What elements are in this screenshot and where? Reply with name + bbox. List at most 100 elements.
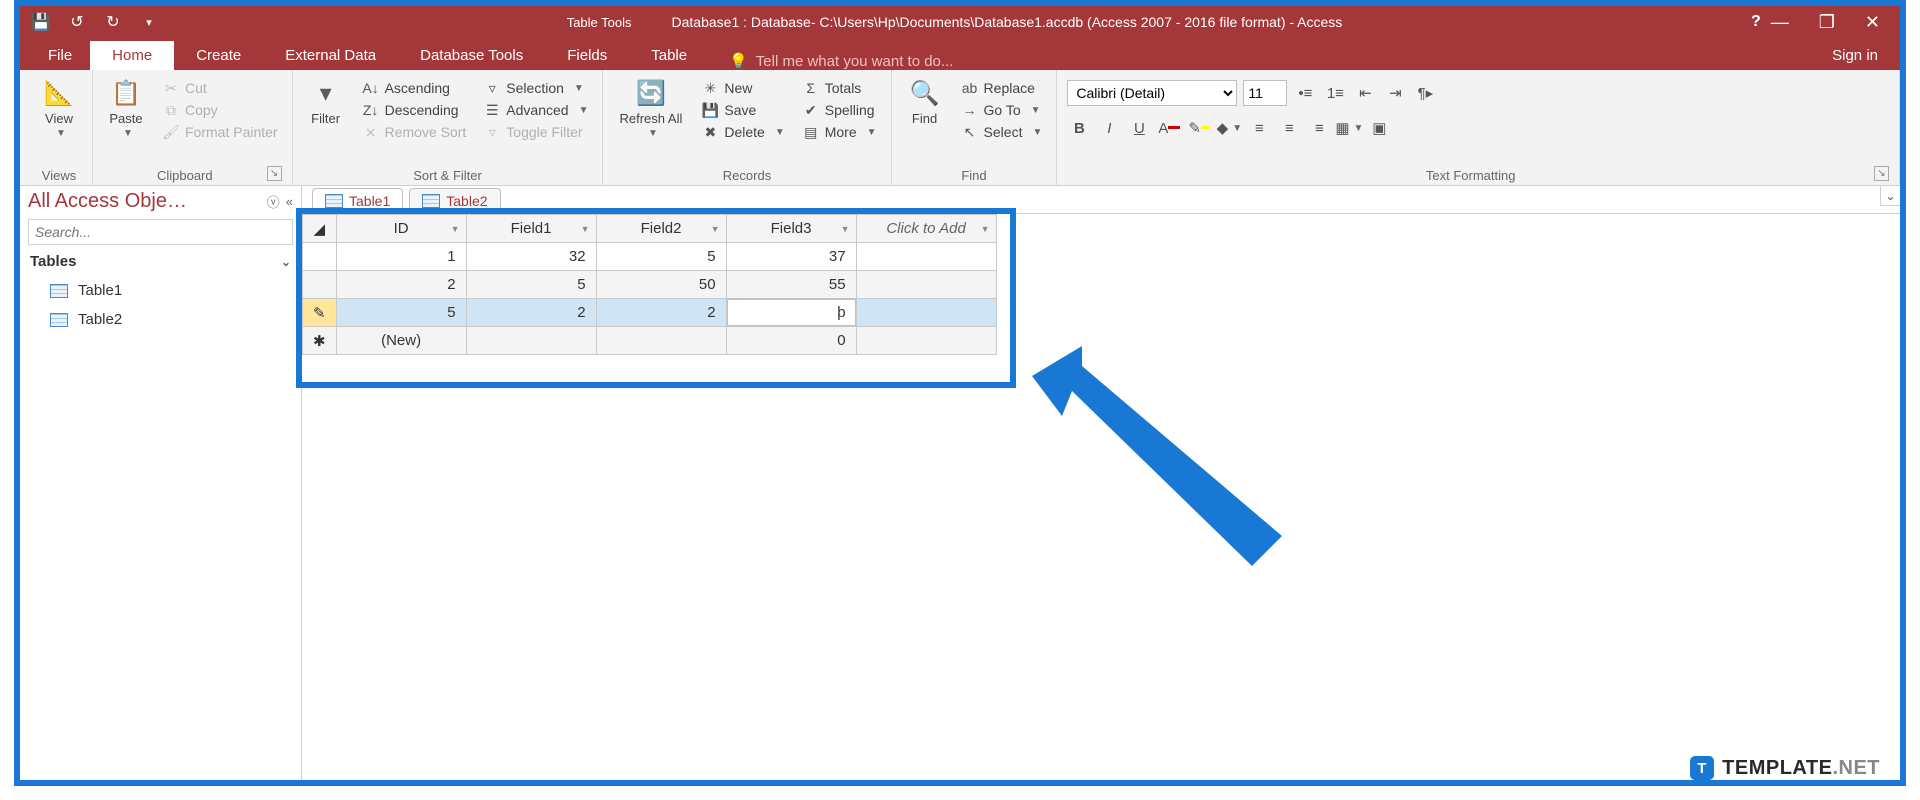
font-family-select[interactable]: Calibri (Detail) xyxy=(1067,80,1237,106)
select-button[interactable]: ↖Select▼ xyxy=(958,122,1047,142)
cell-add[interactable] xyxy=(856,327,996,355)
italic-button[interactable]: I xyxy=(1097,116,1121,140)
filter-button[interactable]: ▾ Filter xyxy=(303,74,349,128)
table-row[interactable]: 1 32 5 37 xyxy=(303,243,997,271)
sort-ascending-button[interactable]: A↓Ascending xyxy=(359,78,471,98)
nav-search-input[interactable] xyxy=(28,219,293,245)
clipboard-launcher[interactable]: ↘ xyxy=(267,166,282,181)
column-header-field1[interactable]: Field1 xyxy=(466,215,596,243)
help-icon[interactable]: ? xyxy=(1751,13,1761,31)
decrease-indent-button[interactable]: ⇤ xyxy=(1353,81,1377,105)
cell-field3[interactable]: 0 xyxy=(726,327,856,355)
document-tab-table2[interactable]: Table2 xyxy=(409,188,500,213)
tab-database-tools[interactable]: Database Tools xyxy=(398,41,545,70)
cell-field1[interactable]: 32 xyxy=(466,243,596,271)
align-right-button[interactable]: ≡ xyxy=(1307,116,1331,140)
selection-button[interactable]: ▿Selection▼ xyxy=(480,78,592,98)
spelling-button[interactable]: ✔Spelling xyxy=(799,100,881,120)
tab-create[interactable]: Create xyxy=(174,41,263,70)
tab-table[interactable]: Table xyxy=(629,41,709,70)
underline-button[interactable]: U xyxy=(1127,116,1151,140)
text-direction-button[interactable]: ¶▸ xyxy=(1413,81,1437,105)
tell-me-search[interactable]: 💡 Tell me what you want to do... xyxy=(709,52,1810,70)
column-header-id[interactable]: ID xyxy=(336,215,466,243)
save-record-button[interactable]: 💾Save xyxy=(698,100,788,120)
format-painter-button[interactable]: 🖌Format Painter xyxy=(159,122,282,142)
cell-field2[interactable]: 5 xyxy=(596,243,726,271)
tab-home[interactable]: Home xyxy=(90,41,174,70)
nav-item-table2[interactable]: Table2 xyxy=(20,305,301,334)
cell-id[interactable]: 2 xyxy=(336,271,466,299)
refresh-all-button[interactable]: 🔄 Refresh All ▼ xyxy=(613,74,688,141)
totals-button[interactable]: ΣTotals xyxy=(799,78,881,98)
table-row-new[interactable]: ✱ (New) 0 xyxy=(303,327,997,355)
cell-add[interactable] xyxy=(856,271,996,299)
close-button[interactable]: ✕ xyxy=(1865,12,1880,33)
nav-item-table1[interactable]: Table1 xyxy=(20,276,301,305)
cell-field1[interactable]: 5 xyxy=(466,271,596,299)
align-left-button[interactable]: ≡ xyxy=(1247,116,1271,140)
cell-field3[interactable]: 37 xyxy=(726,243,856,271)
column-header-add[interactable]: Click to Add xyxy=(856,215,996,243)
datasheet-grid[interactable]: ◢ ID Field1 Field2 Field3 Click to Add 1… xyxy=(302,214,997,355)
delete-record-button[interactable]: ✖Delete▼ xyxy=(698,122,788,142)
nav-dropdown-icon[interactable]: ⓥ xyxy=(267,192,280,211)
more-records-button[interactable]: ▤More▼ xyxy=(799,122,881,142)
sort-descending-button[interactable]: Z↓Descending xyxy=(359,100,471,120)
row-selector-new[interactable]: ✱ xyxy=(303,327,337,355)
increase-indent-button[interactable]: ⇥ xyxy=(1383,81,1407,105)
document-tab-table1[interactable]: Table1 xyxy=(312,188,403,213)
undo-icon[interactable]: ↺ xyxy=(68,13,86,31)
goto-button[interactable]: →Go To▼ xyxy=(958,100,1047,120)
cell-id[interactable]: 1 xyxy=(336,243,466,271)
cell-add[interactable] xyxy=(856,243,996,271)
fill-color-button[interactable]: ◆▼ xyxy=(1217,116,1241,140)
new-record-button[interactable]: ✳New xyxy=(698,78,788,98)
cell-add[interactable] xyxy=(856,299,996,327)
bullets-button[interactable]: •≡ xyxy=(1293,81,1317,105)
highlight-button[interactable]: ✎ xyxy=(1187,116,1211,140)
table-row-editing[interactable]: ✎ 5 2 2 þ xyxy=(303,299,997,327)
bold-button[interactable]: B xyxy=(1067,116,1091,140)
qat-customize-icon[interactable]: ▾ xyxy=(140,13,158,31)
column-header-field3[interactable]: Field3 xyxy=(726,215,856,243)
tab-external-data[interactable]: External Data xyxy=(263,41,398,70)
cell-field3[interactable]: 55 xyxy=(726,271,856,299)
cell-field1[interactable] xyxy=(466,327,596,355)
remove-sort-button[interactable]: ⨯Remove Sort xyxy=(359,122,471,142)
collapse-ribbon-button[interactable]: ⌄ xyxy=(1880,186,1900,206)
cut-button[interactable]: ✂Cut xyxy=(159,78,282,98)
gridlines-button[interactable]: ▦▼ xyxy=(1337,116,1361,140)
alternate-row-color-button[interactable]: ▣ xyxy=(1367,116,1391,140)
sign-in-link[interactable]: Sign in xyxy=(1810,41,1900,70)
table-row[interactable]: 2 5 50 55 xyxy=(303,271,997,299)
cell-field2[interactable] xyxy=(596,327,726,355)
copy-button[interactable]: ⧉Copy xyxy=(159,100,282,120)
tab-file[interactable]: File xyxy=(30,41,90,70)
save-icon[interactable]: 💾 xyxy=(32,13,50,31)
nav-group-tables[interactable]: Tables ⌄ xyxy=(20,247,301,276)
column-header-field2[interactable]: Field2 xyxy=(596,215,726,243)
cell-field2[interactable]: 2 xyxy=(596,299,726,327)
text-formatting-launcher[interactable]: ↘ xyxy=(1874,166,1889,181)
tab-fields[interactable]: Fields xyxy=(545,41,629,70)
cell-id[interactable]: 5 xyxy=(336,299,466,327)
toggle-filter-button[interactable]: ▿Toggle Filter xyxy=(480,122,592,142)
align-center-button[interactable]: ≡ xyxy=(1277,116,1301,140)
font-size-input[interactable] xyxy=(1243,80,1287,106)
row-selector[interactable] xyxy=(303,271,337,299)
nav-collapse-icon[interactable]: « xyxy=(286,194,293,209)
restore-button[interactable]: ❐ xyxy=(1819,12,1835,33)
font-color-button[interactable]: A xyxy=(1157,116,1181,140)
view-button[interactable]: 📐 View ▼ xyxy=(36,74,82,141)
redo-icon[interactable]: ↻ xyxy=(104,13,122,31)
cell-field3-editing[interactable]: þ xyxy=(726,299,856,327)
numbering-button[interactable]: 1≡ xyxy=(1323,81,1347,105)
row-selector-editing[interactable]: ✎ xyxy=(303,299,337,327)
find-button[interactable]: 🔍 Find xyxy=(902,74,948,128)
cell-id-new[interactable]: (New) xyxy=(336,327,466,355)
paste-button[interactable]: 📋 Paste ▼ xyxy=(103,74,149,141)
cell-field2[interactable]: 50 xyxy=(596,271,726,299)
advanced-filter-button[interactable]: ☰Advanced▼ xyxy=(480,100,592,120)
replace-button[interactable]: abReplace xyxy=(958,78,1047,98)
